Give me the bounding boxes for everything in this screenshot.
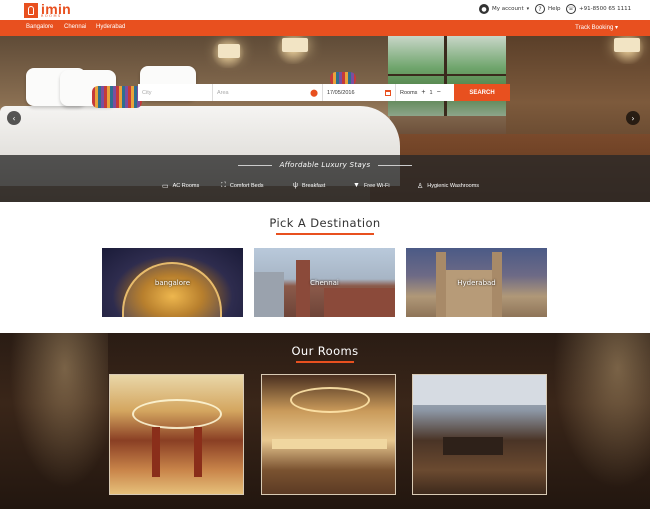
destination-heading: Pick A Destination — [269, 216, 381, 230]
brand-logo[interactable]: imin ROOMS — [24, 2, 71, 18]
amenity-comfort-beds: ⛶ Comfort Beds — [221, 182, 264, 189]
plus-button[interactable]: + — [421, 89, 425, 96]
lamp-image — [614, 38, 640, 52]
my-account-label: My account — [492, 6, 524, 12]
hero-window-image — [388, 36, 506, 116]
user-icon: ● — [479, 4, 489, 14]
track-booking-label: Track Booking — [575, 25, 614, 31]
calendar-icon — [385, 89, 391, 96]
destination-card-chennai[interactable]: Chennai — [254, 248, 395, 317]
nav-hyderabad[interactable]: Hyderabad — [96, 24, 125, 30]
amenities-title: Affordable Luxury Stays — [279, 161, 371, 169]
amenity-breakfast: ψ Breakfast — [293, 182, 326, 189]
amenities-strip: Affordable Luxury Stays ▭ AC Rooms ⛶ Com… — [0, 155, 650, 202]
destination-card-hyderabad[interactable]: Hyderabad — [406, 248, 547, 317]
track-booking-menu[interactable]: Track Booking ▾ — [575, 24, 618, 31]
chevron-down-icon: ▾ — [526, 6, 530, 12]
rooms-stepper: Rooms + 1 − — [396, 84, 454, 101]
city-nav: Bangalore Chennai Hyderabad Track Bookin… — [0, 20, 650, 36]
my-account-menu[interactable]: ● My account ▾ — [479, 4, 529, 14]
help-label: Help — [548, 6, 561, 12]
area-field[interactable]: Area ⬤ — [213, 84, 323, 101]
person-icon: ♙ — [417, 183, 424, 190]
help-icon: ? — [535, 4, 545, 14]
area-placeholder: Area — [217, 89, 229, 96]
destination-label: bangalore — [154, 279, 191, 287]
wifi-icon: ▼ — [353, 182, 360, 189]
heading-underline — [296, 361, 354, 363]
divider — [378, 165, 412, 166]
rooms-count: 1 — [429, 89, 433, 96]
cutlery-icon: ψ — [293, 182, 298, 189]
top-bar: imin ROOMS ● My account ▾ ? Help ☏ +91-8… — [0, 0, 650, 20]
destination-card-bangalore[interactable]: bangalore — [102, 248, 243, 317]
nav-bangalore[interactable]: Bangalore — [26, 24, 53, 30]
city-placeholder: City — [142, 89, 152, 96]
destination-label: Hyderabad — [457, 279, 496, 287]
phone-icon: ☏ — [566, 4, 576, 14]
rooms-label: Rooms — [400, 89, 418, 96]
phone-number: +91-8500 65 1111 — [579, 6, 632, 12]
carousel-next-button[interactable]: › — [626, 111, 640, 125]
date-value: 17/05/2016 — [327, 89, 355, 96]
carousel-prev-button[interactable]: ‹ — [7, 111, 21, 125]
clock-tower-image — [296, 260, 310, 317]
palace-image — [122, 262, 222, 317]
amenity-hygienic-washrooms: ♙ Hygienic Washrooms — [417, 183, 480, 190]
room-photo-restaurant[interactable] — [261, 374, 396, 495]
door-icon — [24, 2, 38, 18]
chevron-left-icon: ‹ — [12, 113, 16, 123]
phone-contact[interactable]: ☏ +91-8500 65 1111 — [566, 4, 631, 14]
search-bar: City Area ⬤ 17/05/2016 Rooms + 1 − SEARC… — [138, 84, 510, 101]
heading-underline — [276, 233, 374, 235]
location-pin-icon: ⬤ — [310, 89, 318, 97]
ac-unit-icon: ▭ — [162, 183, 169, 190]
help-link[interactable]: ? Help — [535, 4, 561, 14]
date-field[interactable]: 17/05/2016 — [323, 84, 396, 101]
search-button[interactable]: SEARCH — [454, 84, 510, 101]
city-field[interactable]: City — [138, 84, 213, 101]
amenity-ac-rooms: ▭ AC Rooms — [162, 183, 200, 190]
bed-icon: ⛶ — [221, 182, 226, 189]
brand-tagline: ROOMS — [41, 13, 62, 18]
destination-label: Chennai — [310, 279, 339, 287]
minus-button[interactable]: − — [437, 89, 441, 96]
rooms-heading: Our Rooms — [291, 344, 359, 358]
lamp-image — [282, 38, 308, 52]
nav-chennai[interactable]: Chennai — [64, 24, 86, 30]
lamp-image — [218, 44, 240, 58]
room-photo-lobby[interactable] — [109, 374, 244, 495]
room-photo-dining[interactable] — [412, 374, 547, 495]
chevron-down-icon: ▾ — [614, 25, 618, 31]
striped-pillow-image — [92, 86, 142, 108]
chevron-right-icon: › — [631, 113, 635, 123]
amenity-free-wifi: ▼ Free Wi-Fi — [353, 182, 390, 189]
